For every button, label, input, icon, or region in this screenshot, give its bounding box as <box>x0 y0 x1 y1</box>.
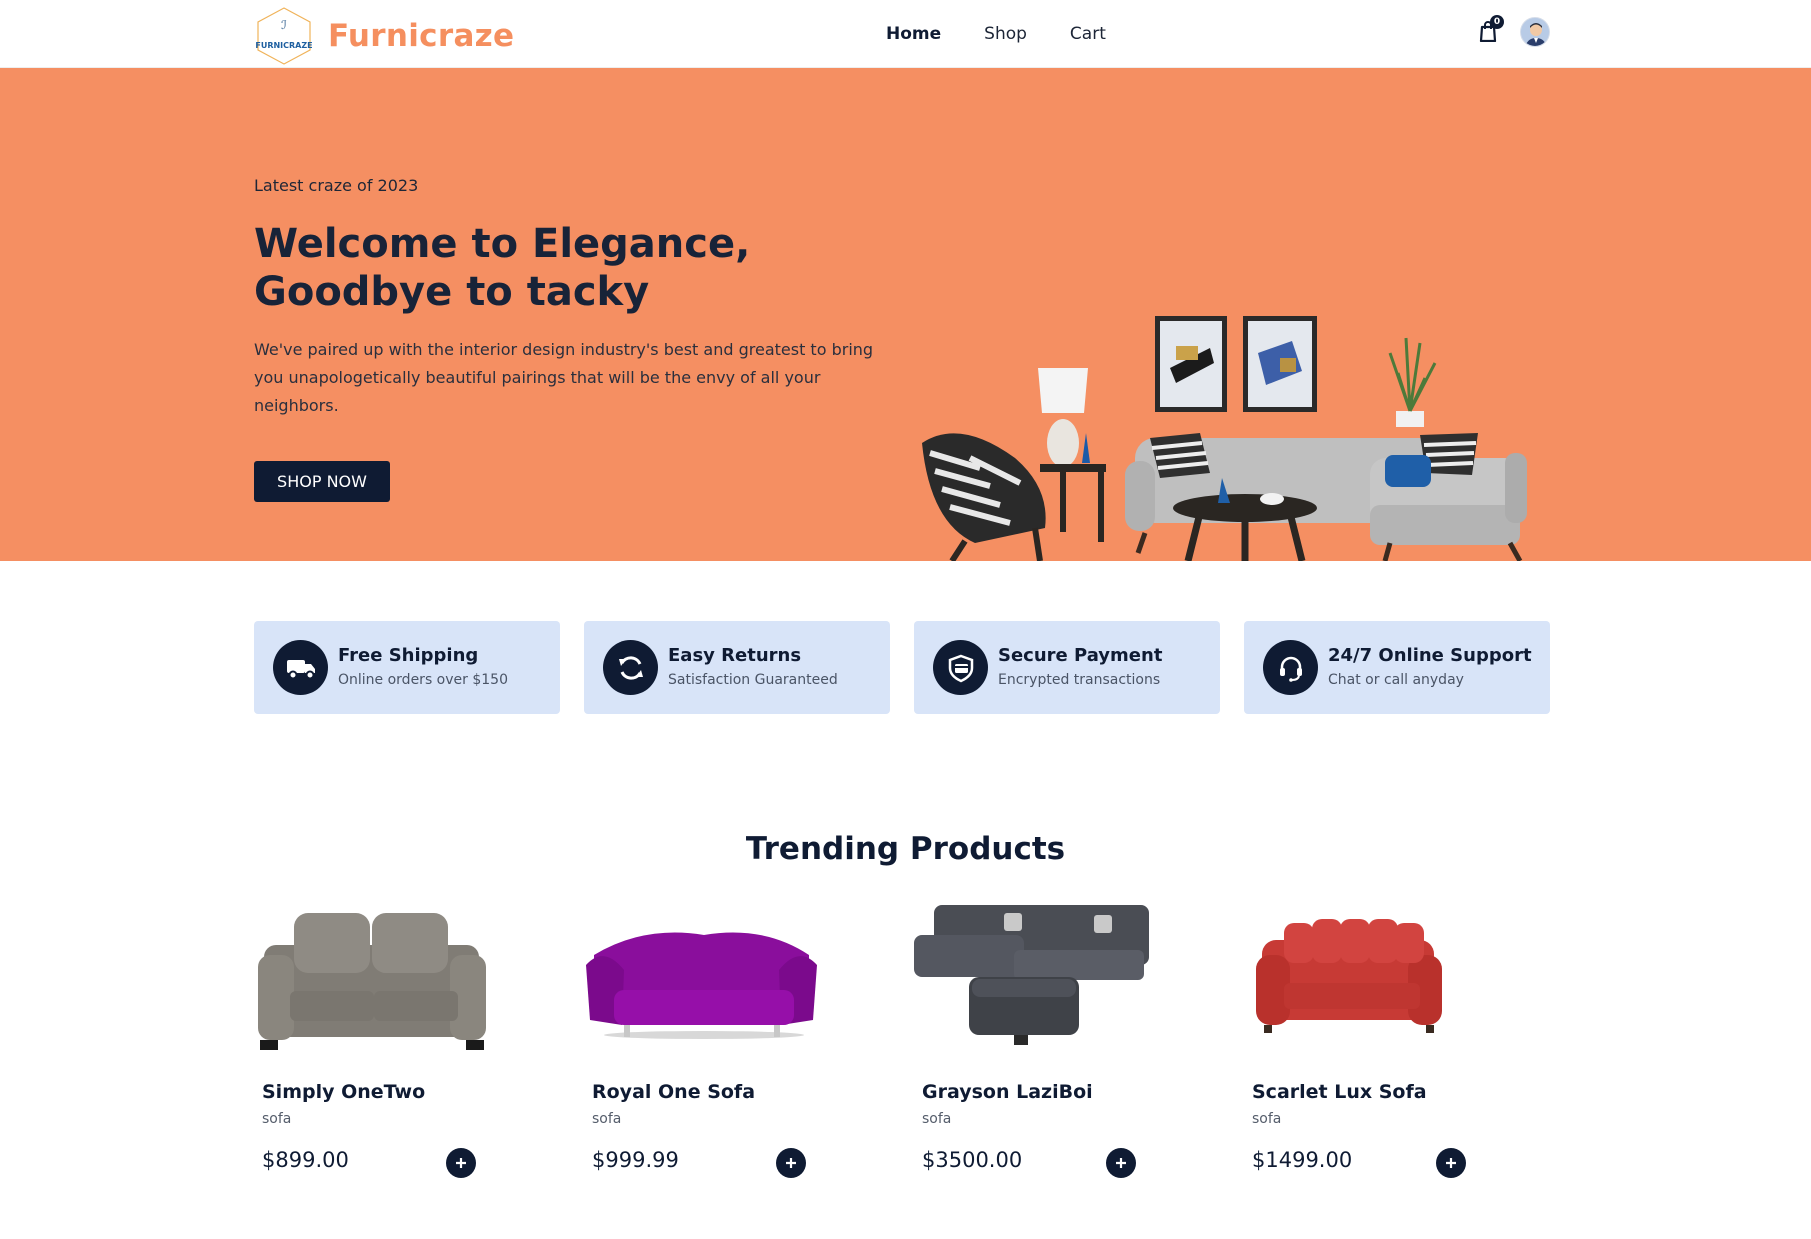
feature-title: Easy Returns <box>668 645 802 666</box>
gray-loveseat-image <box>254 895 494 1065</box>
product-name: Simply OneTwo <box>262 1081 426 1103</box>
plus-icon <box>786 1158 796 1168</box>
product-name: Royal One Sofa <box>592 1081 756 1103</box>
living-room-sofa-set-image <box>920 243 1540 563</box>
product-card[interactable]: Royal One Sofa sofa $999.99 <box>584 895 824 1195</box>
brand-name: Furnicraze <box>328 18 515 54</box>
feature-card-easy-returns: Easy Returns Satisfaction Guaranteed <box>584 621 890 714</box>
product-price: $899.00 <box>262 1148 349 1172</box>
nav-link-shop[interactable]: Shop <box>984 24 1027 44</box>
cart-count-badge: 0 <box>1490 15 1504 29</box>
product-price: $1499.00 <box>1252 1148 1353 1172</box>
feature-title: 24/7 Online Support <box>1328 645 1532 666</box>
feature-card-secure-payment: Secure Payment Encrypted transactions <box>914 621 1220 714</box>
product-name: Scarlet Lux Sofa <box>1252 1081 1427 1103</box>
user-avatar[interactable] <box>1520 17 1550 47</box>
secure-card-icon <box>933 640 988 695</box>
hero-title: Welcome to Elegance, Goodbye to tacky <box>254 220 854 316</box>
hero-description: We've paired up with the interior design… <box>254 340 874 415</box>
purple-sofa-image <box>584 895 824 1065</box>
feature-card-free-shipping: Free Shipping Online orders over $150 <box>254 621 560 714</box>
product-name: Grayson LaziBoi <box>922 1081 1093 1103</box>
truck-icon <box>273 640 328 695</box>
hero-eyebrow: Latest craze of 2023 <box>254 176 419 195</box>
product-card[interactable]: Simply OneTwo sofa $899.00 <box>254 895 494 1195</box>
feature-title: Free Shipping <box>338 645 479 666</box>
cart-button[interactable]: 0 <box>1478 15 1504 44</box>
add-to-cart-button[interactable] <box>446 1148 476 1178</box>
hero-title-line-2: Goodbye to tacky <box>254 269 650 315</box>
add-to-cart-button[interactable] <box>1436 1148 1466 1178</box>
product-category: sofa <box>592 1111 622 1127</box>
feature-card-online-support: 24/7 Online Support Chat or call anyday <box>1244 621 1550 714</box>
product-card[interactable]: Scarlet Lux Sofa sofa $1499.00 <box>1244 895 1484 1195</box>
main-nav: Home Shop Cart <box>886 24 1149 44</box>
plus-icon <box>1446 1158 1456 1168</box>
product-category: sofa <box>1252 1111 1282 1127</box>
nav-link-cart[interactable]: Cart <box>1070 24 1106 44</box>
sectional-sofa-ottoman-image <box>914 895 1154 1065</box>
product-price: $999.99 <box>592 1148 679 1172</box>
add-to-cart-button[interactable] <box>1106 1148 1136 1178</box>
feature-subtitle: Satisfaction Guaranteed <box>668 672 838 688</box>
user-avatar-icon <box>1521 18 1549 46</box>
features-bar: Free Shipping Online orders over $150 Ea… <box>254 621 1550 714</box>
nav-link-home[interactable]: Home <box>886 24 941 44</box>
plus-icon <box>456 1158 466 1168</box>
product-card[interactable]: Grayson LaziBoi sofa $3500.00 <box>914 895 1154 1195</box>
navbar: ℐ FURNICRAZE Furnicraze Home Shop Cart 0 <box>0 0 1811 68</box>
headset-icon <box>1263 640 1318 695</box>
hero-title-line-1: Welcome to Elegance, <box>254 221 751 267</box>
product-category: sofa <box>262 1111 292 1127</box>
feature-subtitle: Online orders over $150 <box>338 672 508 688</box>
refresh-icon <box>603 640 658 695</box>
svg-text:ℐ: ℐ <box>281 18 287 32</box>
trending-products-title: Trending Products <box>745 831 1066 867</box>
shop-now-button[interactable]: SHOP NOW <box>254 461 390 502</box>
red-sofa-image <box>1244 895 1484 1065</box>
feature-subtitle: Chat or call anyday <box>1328 672 1464 688</box>
feature-subtitle: Encrypted transactions <box>998 672 1161 688</box>
trending-products-list: Simply OneTwo sofa $899.00 Royal One Sof… <box>254 895 1574 1195</box>
feature-title: Secure Payment <box>998 645 1163 666</box>
brand-logo-link[interactable]: ℐ FURNICRAZE Furnicraze <box>254 6 514 66</box>
product-category: sofa <box>922 1111 952 1127</box>
logo-wordmark: FURNICRAZE <box>255 41 312 50</box>
hero-banner: Latest craze of 2023 Welcome to Elegance… <box>0 68 1811 563</box>
logo-icon: ℐ FURNICRAZE <box>254 6 314 66</box>
plus-icon <box>1116 1158 1126 1168</box>
product-price: $3500.00 <box>922 1148 1023 1172</box>
add-to-cart-button[interactable] <box>776 1148 806 1178</box>
